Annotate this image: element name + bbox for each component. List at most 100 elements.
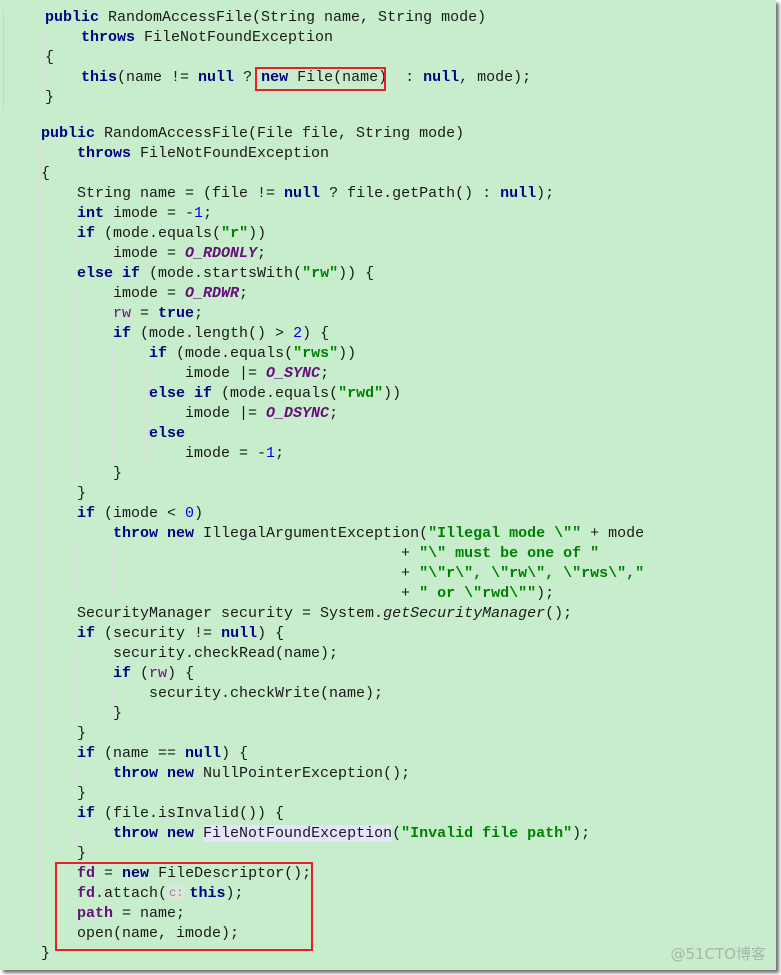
keyword: else if	[149, 385, 213, 402]
code-line: imode |= O_DSYNC;	[41, 404, 338, 424]
code-text: }	[41, 705, 123, 722]
keyword: if	[149, 345, 168, 362]
keyword: else if	[77, 265, 141, 282]
code-line: int imode = -1;	[41, 204, 212, 224]
keyword: public	[45, 9, 100, 26]
code-text: ;	[239, 285, 249, 302]
number-literal: 2	[293, 325, 303, 342]
string-literal: "\" must be one of "	[419, 545, 600, 562]
code-text: FileNotFoundException	[135, 29, 334, 46]
code-text: ;	[320, 365, 330, 382]
string-literal: "rw"	[302, 265, 339, 282]
code-text: (mode.startsWith(	[140, 265, 303, 282]
code-text: ) {	[302, 325, 330, 342]
code-line: security.checkRead(name);	[41, 644, 338, 664]
code-text: imode = -	[41, 445, 267, 462]
code-line: }	[41, 784, 86, 804]
code-line: {	[41, 164, 50, 184]
code-text: (mode.length() >	[131, 325, 294, 342]
number-literal: 0	[185, 505, 195, 522]
code-line: imode = O_RDONLY;	[41, 244, 266, 264]
code-text: String name = (file !=	[41, 185, 285, 202]
code-line: if (name == null) {	[41, 744, 248, 764]
code-line: imode = O_RDWR;	[41, 284, 248, 304]
code-text: FileNotFoundException	[131, 145, 330, 162]
keyword: if	[113, 665, 132, 682]
code-line: if (mode.length() > 2) {	[41, 324, 329, 344]
code-text: (name ==	[95, 745, 186, 762]
number-literal: 1	[194, 205, 204, 222]
code-line: else if (mode.startsWith("rw")) {	[41, 264, 374, 284]
code-text: (	[392, 825, 402, 842]
code-text: (file.isInvalid()) {	[95, 805, 285, 822]
code-text: RandomAccessFile(String name, String mod…	[99, 9, 487, 26]
static-method: getSecurityManager	[383, 605, 546, 622]
code-text: imode |=	[41, 365, 267, 382]
code-line: + "\" must be one of "	[41, 544, 599, 564]
highlighted-identifier: FileNotFoundException	[203, 825, 393, 842]
code-text: )) {	[338, 265, 375, 282]
string-literal: " or \"rwd\""	[419, 585, 537, 602]
code-text: );	[536, 585, 555, 602]
code-line: }	[41, 844, 86, 864]
code-line: throw new FileNotFoundException("Invalid…	[41, 824, 590, 844]
code-text: imode =	[41, 245, 186, 262]
string-literal: "Invalid file path"	[401, 825, 573, 842]
constant: O_SYNC	[266, 365, 321, 382]
code-line: + "\"r\", \"rw\", \"rws\","	[41, 564, 644, 584]
code-line: + " or \"rwd\"");	[41, 584, 554, 604]
code-text: ? file.getPath() :	[320, 185, 501, 202]
code-line: SecurityManager security = System.getSec…	[41, 604, 572, 624]
keyword: int	[77, 205, 105, 222]
code-text: }	[41, 845, 87, 862]
number-literal: 1	[266, 445, 276, 462]
code-text: ;	[275, 445, 285, 462]
code-text: + mode	[581, 525, 645, 542]
keyword: if	[77, 745, 96, 762]
field-ref: rw	[149, 665, 168, 682]
keyword: if	[77, 805, 96, 822]
keyword: public	[41, 125, 96, 142]
code-text: SecurityManager security = System.	[41, 605, 384, 622]
string-literal: "rws"	[293, 345, 339, 362]
highlight-box-new-file	[255, 67, 386, 91]
code-text: ))	[338, 345, 357, 362]
code-text: security.checkRead(name);	[41, 645, 339, 662]
code-text: ) {	[167, 665, 195, 682]
string-literal: "Illegal mode \""	[428, 525, 582, 542]
code-line: rw = true;	[41, 304, 203, 324]
constant: O_DSYNC	[266, 405, 330, 422]
code-line: if (mode.equals("r"))	[41, 224, 266, 244]
code-line: if (security != null) {	[41, 624, 284, 644]
code-text: ) {	[257, 625, 285, 642]
keyword: null	[221, 625, 258, 642]
code-text: security.checkWrite(name);	[41, 685, 384, 702]
code-line: String name = (file != null ? file.getPa…	[41, 184, 554, 204]
keyword: if	[77, 225, 96, 242]
code-text: NullPointerException();	[194, 765, 411, 782]
code-text: ;	[194, 305, 204, 322]
code-line: throw new NullPointerException();	[41, 764, 410, 784]
code-line: throws FileNotFoundException	[41, 144, 329, 164]
code-line: if (imode < 0)	[41, 504, 203, 524]
code-text: +	[41, 585, 420, 602]
code-line: public RandomAccessFile(String name, Str…	[45, 8, 486, 28]
code-text: );	[572, 825, 591, 842]
code-text: +	[41, 565, 420, 582]
code-text: (name !=	[117, 69, 199, 86]
keyword: throw new	[113, 825, 195, 842]
string-literal: "r"	[221, 225, 249, 242]
code-line: {	[45, 48, 54, 68]
